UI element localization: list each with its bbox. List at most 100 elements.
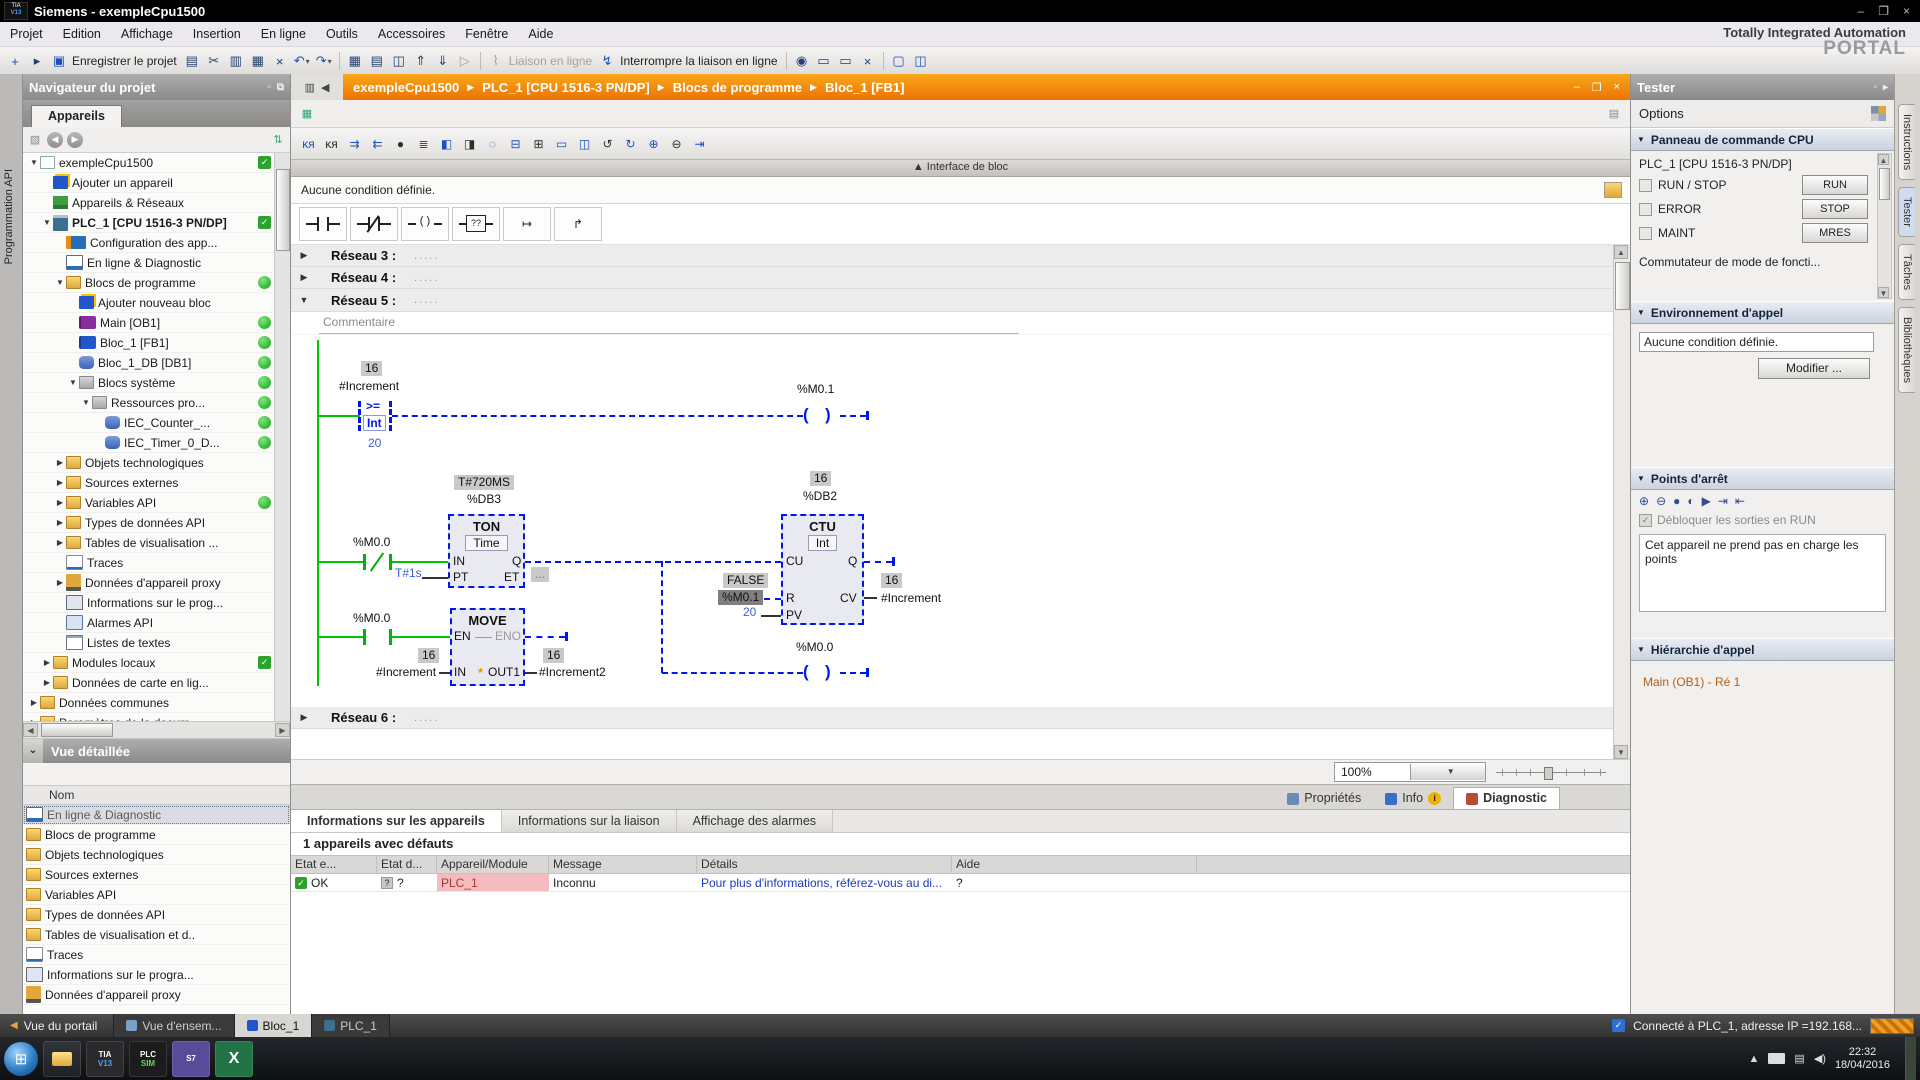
upload-device-icon[interactable]: ▤ <box>367 51 387 71</box>
tab-proprietes[interactable]: Propriétés <box>1275 788 1373 809</box>
pin-icon[interactable]: ▫ <box>267 82 271 93</box>
network-4-header[interactable]: ▶Réseau 4 :..... <box>291 267 1630 289</box>
table-column-2[interactable]: Appareil/Module <box>437 856 549 873</box>
ton-db[interactable]: %DB3 <box>467 492 501 506</box>
simulate-icon[interactable]: ▷ <box>455 51 475 71</box>
stop-cpu-icon[interactable]: ⇑ <box>411 51 431 71</box>
redo-icon[interactable]: ↷▾ <box>314 51 334 71</box>
tab-info[interactable]: Infoi <box>1373 788 1453 809</box>
detail-collapse-icon[interactable]: ⌄ <box>23 739 43 763</box>
table-column-4[interactable]: Détails <box>697 856 952 873</box>
tree-expand-icon[interactable]: ▶ <box>55 518 65 527</box>
tree-item[interactable]: Bloc_1 [FB1] <box>23 333 275 353</box>
cell-details-link[interactable]: Pour plus d'informations, référez-vous a… <box>697 874 952 891</box>
editor-toolbar-icon-16[interactable]: ⊖ <box>666 133 687 154</box>
tree-expand-icon[interactable]: ▶ <box>55 478 65 487</box>
menu-item-outils[interactable]: Outils <box>316 27 368 41</box>
copy-icon[interactable]: ▥ <box>226 51 246 71</box>
coil-top-operand[interactable]: %M0.1 <box>797 382 834 396</box>
breadcrumb-item-2[interactable]: Blocs de programme <box>673 80 802 95</box>
save-project-icon[interactable]: ▣ <box>49 51 69 71</box>
editor-toolbar-icon-14[interactable]: ↻ <box>620 133 641 154</box>
cell-module[interactable]: PLC_1 <box>437 874 549 891</box>
breakpoint-icon-5[interactable]: ⇥ <box>1718 494 1728 508</box>
tree-item[interactable]: Listes de textes <box>23 633 275 653</box>
chevron-down-icon[interactable]: ▾ <box>306 57 310 66</box>
tree-collapse-icon[interactable]: ▼ <box>68 378 78 387</box>
coil-bottom-operand[interactable]: %M0.0 <box>796 640 833 654</box>
tab-diagnostic[interactable]: Diagnostic <box>1453 787 1560 809</box>
mres-button[interactable]: MRES <box>1802 223 1868 243</box>
table-column-3[interactable]: Message <box>549 856 697 873</box>
editor-toolbar-icon-10[interactable]: ⊞ <box>528 133 549 154</box>
menu-item-insertion[interactable]: Insertion <box>183 27 251 41</box>
chevron-down-icon[interactable]: ▾ <box>328 57 332 66</box>
run-button[interactable]: RUN <box>1802 175 1868 195</box>
statusbar-tab-0[interactable]: Vue d'ensem... <box>114 1014 234 1037</box>
forward-icon[interactable]: ▶ <box>67 132 83 148</box>
editor-close-icon[interactable]: × <box>1614 81 1620 94</box>
side-tab-instructions[interactable]: Instructions <box>1898 104 1915 180</box>
menu-item-edition[interactable]: Edition <box>53 27 111 41</box>
breakpoint-icon-3[interactable]: ◐ <box>1687 494 1694 508</box>
download-device-icon[interactable]: ▦ <box>345 51 365 71</box>
cmp-operator[interactable]: >= <box>366 399 380 413</box>
tree-item[interactable]: Traces <box>23 553 275 573</box>
tree-expand-icon[interactable]: ▶ <box>55 578 65 587</box>
detail-list-item[interactable]: Données d'appareil proxy <box>23 985 290 1005</box>
tree-expand-icon[interactable]: ▶ <box>42 658 52 667</box>
editor-toolbar-icon-17[interactable]: ⇥ <box>689 133 710 154</box>
move-add-output-icon[interactable]: * <box>478 665 483 680</box>
device-table-row[interactable]: ✓OK??PLC_1InconnuPour plus d'information… <box>291 874 1630 892</box>
open-project-icon[interactable]: ▸ <box>27 51 47 71</box>
editor-toolbar-icon-4[interactable]: ● <box>390 133 411 154</box>
tree-item[interactable]: ▼Blocs système <box>23 373 275 393</box>
tree-item[interactable]: ▶Sources externes <box>23 473 275 493</box>
editor-toolbar-icon-9[interactable]: ⊟ <box>505 133 526 154</box>
cmp-limit[interactable]: 20 <box>368 436 381 450</box>
tree-item[interactable]: En ligne & Diagnostic <box>23 253 275 273</box>
tree-item[interactable]: Alarmes API <box>23 613 275 633</box>
left-tab-programmation-api[interactable]: Programmation API <box>3 169 15 264</box>
save-project-icon-label[interactable]: Enregistrer le projet <box>72 54 177 68</box>
tree-item[interactable]: Appareils & Réseaux <box>23 193 275 213</box>
side-tab-bibliothèques[interactable]: Bibliothèques <box>1898 307 1915 393</box>
go-online-icon[interactable]: ⌇ <box>486 51 506 71</box>
tree-collapse-icon[interactable]: ▼ <box>55 278 65 287</box>
menu-item-aide[interactable]: Aide <box>518 27 563 41</box>
tree-item[interactable]: ▼Ressources pro... <box>23 393 275 413</box>
breadcrumb-item-1[interactable]: PLC_1 [CPU 1516-3 PN/DP] <box>482 80 650 95</box>
statusbar-tab-1[interactable]: Bloc_1 <box>235 1014 313 1037</box>
block-icon[interactable]: ▦ <box>299 106 315 122</box>
menu-item-affichage[interactable]: Affichage <box>111 27 183 41</box>
close-window-icon[interactable]: × <box>858 51 878 71</box>
editor-restore-icon[interactable]: ❐ <box>1592 81 1602 94</box>
network-icon[interactable]: ▤ <box>1794 1052 1804 1065</box>
tree-item[interactable]: Main [OB1] <box>23 313 275 333</box>
tree-collapse-icon[interactable]: ▼ <box>29 158 39 167</box>
block-interface-splitter[interactable]: ▲ Interface de bloc <box>291 160 1630 177</box>
cmp-type[interactable]: Int <box>363 415 386 431</box>
editor-toolbar-icon-13[interactable]: ↺ <box>597 133 618 154</box>
compile-icon[interactable]: ⇓ <box>433 51 453 71</box>
breadcrumb-item-3[interactable]: Bloc_1 [FB1] <box>825 80 904 95</box>
network-6-header[interactable]: ▶Réseau 6 :..... <box>291 707 1630 729</box>
volume-icon[interactable]: ◀) <box>1814 1052 1826 1065</box>
bottom-tab-2[interactable]: Affichage des alarmes <box>677 810 833 832</box>
tree-item[interactable]: Ajouter un appareil <box>23 173 275 193</box>
table-column-5[interactable]: Aide <box>952 856 1197 873</box>
window-split-icon[interactable]: ▭ <box>836 51 856 71</box>
section-call-environment[interactable]: ▼Environnement d'appel <box>1631 301 1894 324</box>
tree-expand-icon[interactable]: ▶ <box>55 538 65 547</box>
tree-item[interactable]: ▶Données d'appareil proxy <box>23 573 275 593</box>
statusbar-tab-2[interactable]: PLC_1 <box>312 1014 390 1037</box>
section-breakpoints[interactable]: ▼Points d'arrêt <box>1631 467 1894 490</box>
cut-icon[interactable]: ✂ <box>204 51 224 71</box>
taskbar-clock[interactable]: 22:3218/04/2016 <box>1835 1046 1890 1072</box>
editor-toolbar-icon-6[interactable]: ◧ <box>436 133 457 154</box>
search-icon[interactable]: ◉ <box>792 51 812 71</box>
palette-coil[interactable]: ( ) <box>401 207 449 241</box>
tree-expand-icon[interactable]: ▶ <box>42 678 52 687</box>
call-condition-field[interactable]: Aucune condition définie. <box>1639 332 1874 352</box>
tree-expand-icon[interactable]: ▶ <box>55 458 65 467</box>
